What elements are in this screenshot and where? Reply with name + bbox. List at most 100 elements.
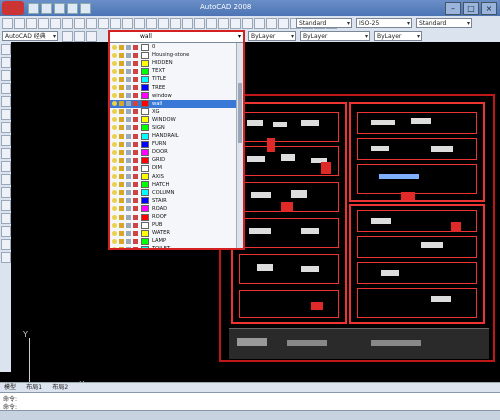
lock-icon[interactable] [126, 157, 131, 163]
tool-icon[interactable] [74, 18, 85, 29]
sun-icon[interactable] [119, 246, 124, 248]
plot-icon[interactable] [133, 190, 138, 196]
plot-icon[interactable] [133, 133, 138, 139]
text-style-select[interactable]: Standard ▾ [296, 18, 352, 28]
layer-state-icon[interactable] [74, 31, 85, 42]
spline-icon[interactable] [1, 135, 11, 146]
lightbulb-icon[interactable] [112, 198, 117, 204]
layer-row[interactable]: HIDDEN [110, 59, 237, 67]
table-style-select[interactable]: Standard ▾ [416, 18, 472, 28]
plot-icon[interactable] [133, 117, 138, 123]
lock-icon[interactable] [126, 141, 131, 147]
lightbulb-icon[interactable] [112, 149, 117, 155]
lightbulb-icon[interactable] [112, 141, 117, 147]
sun-icon[interactable] [119, 230, 124, 236]
polygon-icon[interactable] [1, 70, 11, 81]
lightbulb-icon[interactable] [112, 174, 117, 180]
plot-icon[interactable] [133, 149, 138, 155]
sun-icon[interactable] [119, 85, 124, 91]
lock-icon[interactable] [126, 117, 131, 123]
lightbulb-icon[interactable] [112, 101, 117, 107]
layer-row[interactable]: SIGN [110, 124, 237, 132]
lock-icon[interactable] [126, 165, 131, 171]
revcloud-icon[interactable] [1, 122, 11, 133]
plot-icon[interactable] [133, 101, 138, 107]
lightbulb-icon[interactable] [112, 214, 117, 220]
sun-icon[interactable] [119, 76, 124, 82]
layer-row[interactable]: HATCH [110, 181, 237, 189]
line-icon[interactable] [1, 44, 11, 55]
layer-row[interactable]: WINDOW [110, 116, 237, 124]
plot-icon[interactable] [133, 246, 138, 248]
layer-row[interactable]: HANDRAIL [110, 132, 237, 140]
layer-row[interactable]: AXIS [110, 173, 237, 181]
sun-icon[interactable] [119, 101, 124, 107]
tool-icon[interactable] [158, 18, 169, 29]
close-button[interactable]: × [481, 2, 497, 15]
plot-icon[interactable] [133, 174, 138, 180]
region-icon[interactable] [1, 226, 11, 237]
tool-icon[interactable] [206, 18, 217, 29]
lock-icon[interactable] [126, 174, 131, 180]
sun-icon[interactable] [119, 165, 124, 171]
plot-icon[interactable] [133, 60, 138, 66]
layer-list-scrollbar[interactable] [236, 43, 243, 248]
lock-icon[interactable] [126, 101, 131, 107]
sun-icon[interactable] [119, 52, 124, 58]
layer-row[interactable]: TOILET [110, 245, 237, 248]
lock-icon[interactable] [126, 109, 131, 115]
lineweight-select[interactable]: ByLayer ▾ [374, 31, 422, 41]
tool-icon[interactable] [146, 18, 157, 29]
lock-icon[interactable] [126, 206, 131, 212]
plot-icon[interactable] [133, 165, 138, 171]
layer-previous-icon[interactable] [86, 31, 97, 42]
plot-icon[interactable] [133, 85, 138, 91]
plot-icon[interactable] [133, 230, 138, 236]
plot-icon[interactable] [133, 68, 138, 74]
lightbulb-icon[interactable] [112, 133, 117, 139]
lock-icon[interactable] [126, 76, 131, 82]
undo-icon[interactable] [67, 3, 78, 14]
lightbulb-icon[interactable] [112, 117, 117, 123]
sun-icon[interactable] [119, 149, 124, 155]
layer-row[interactable]: TEXT [110, 67, 237, 75]
lightbulb-icon[interactable] [112, 190, 117, 196]
lightbulb-icon[interactable] [112, 44, 117, 50]
layer-row[interactable]: COLUMN [110, 189, 237, 197]
layer-row[interactable]: ROOF [110, 213, 237, 221]
tool-icon[interactable] [62, 18, 73, 29]
lock-icon[interactable] [126, 93, 131, 99]
plot-icon[interactable] [133, 109, 138, 115]
lock-icon[interactable] [126, 149, 131, 155]
plot-icon[interactable] [133, 76, 138, 82]
plot-icon[interactable] [133, 182, 138, 188]
tool-icon[interactable] [218, 18, 229, 29]
layer-row[interactable]: DOOR [110, 148, 237, 156]
layer-current-combo[interactable]: wall ▾ [110, 32, 243, 43]
layer-row[interactable]: TITLE [110, 75, 237, 83]
lightbulb-icon[interactable] [112, 157, 117, 163]
ellipse-icon[interactable] [1, 148, 11, 159]
plot-icon[interactable] [133, 125, 138, 131]
layer-row[interactable]: Housing-stone [110, 51, 237, 59]
plot-icon[interactable] [133, 198, 138, 204]
sun-icon[interactable] [119, 109, 124, 115]
plot-icon[interactable] [133, 141, 138, 147]
point-icon[interactable] [1, 187, 11, 198]
sun-icon[interactable] [119, 133, 124, 139]
linetype-select[interactable]: ByLayer ▾ [300, 31, 370, 41]
polyline-icon[interactable] [1, 57, 11, 68]
lock-icon[interactable] [126, 68, 131, 74]
lightbulb-icon[interactable] [112, 109, 117, 115]
tool-icon[interactable] [266, 18, 277, 29]
plot-icon[interactable] [133, 157, 138, 163]
sun-icon[interactable] [119, 44, 124, 50]
new-icon[interactable] [28, 3, 39, 14]
arc-icon[interactable] [1, 96, 11, 107]
mtext-icon[interactable] [1, 252, 11, 263]
layer-row[interactable]: ROAD [110, 205, 237, 213]
plot-icon[interactable] [133, 238, 138, 244]
save-icon[interactable] [54, 3, 65, 14]
sun-icon[interactable] [119, 68, 124, 74]
plot-icon[interactable] [133, 206, 138, 212]
